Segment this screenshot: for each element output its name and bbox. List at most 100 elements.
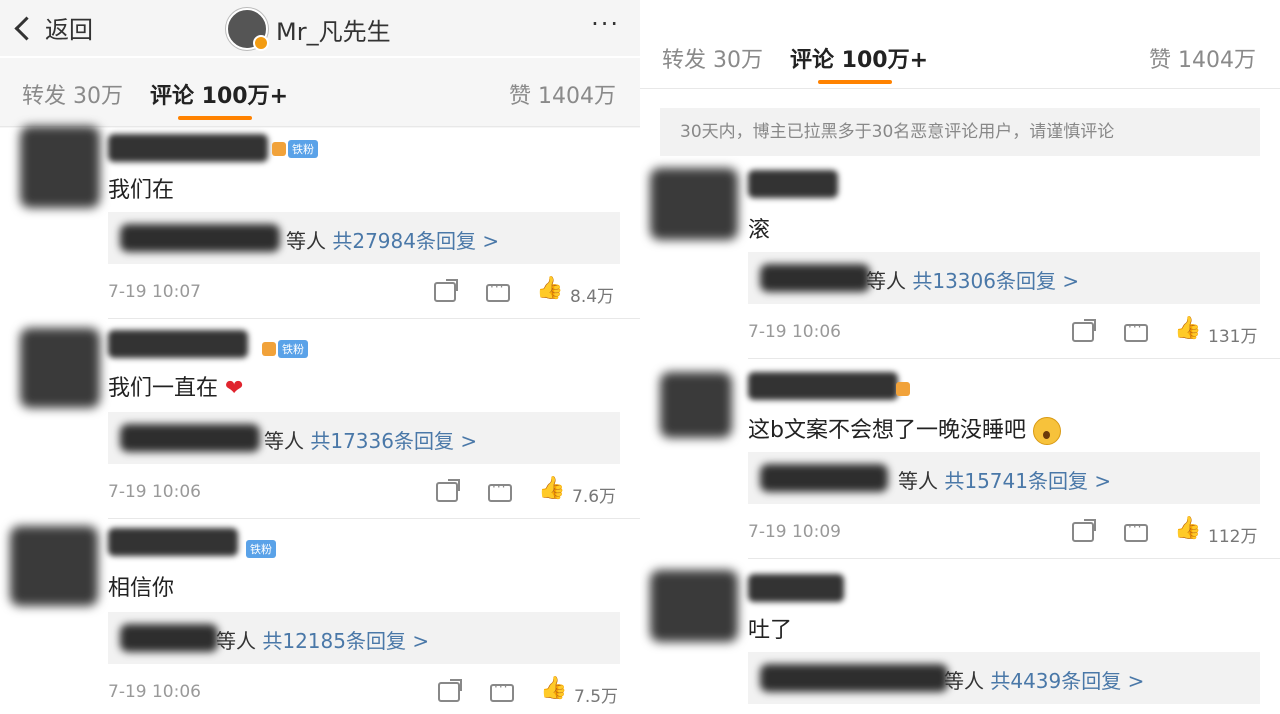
surprised-emoji-icon (1032, 417, 1061, 445)
comment-text: 相信你 (108, 576, 175, 601)
comment-text: 吐了 (748, 618, 793, 643)
right-screenshot-panel: 转发 30万 评论 100万+ 赞 1404万 30天内，博主已拉黑多于30名恶… (640, 0, 1280, 714)
like-icon[interactable]: 👍 (1174, 316, 1201, 341)
reply-count-link[interactable]: 共27984条回复 > (332, 229, 499, 253)
like-count: 131万 (1208, 327, 1258, 347)
nav-bar: 返回 Mr_凡先生 ··· (0, 0, 640, 56)
replier-names (120, 224, 280, 252)
divider (108, 518, 640, 519)
divider (748, 358, 1280, 359)
fan-badge[interactable]: 铁粉 (246, 540, 276, 558)
tab-bar: 转发 30万 评论 100万+ 赞 1404万 (640, 20, 1280, 90)
blacklist-notice: 30天内，博主已拉黑多于30名恶意评论用户，请谨慎评论 (660, 108, 1260, 156)
tab-likes[interactable]: 赞 1404万 (1149, 42, 1256, 74)
commenter-name[interactable] (748, 170, 838, 198)
comment-icon[interactable] (488, 480, 512, 502)
comment-text: 这b文案不会想了一晚没睡吧 (748, 412, 1061, 445)
reply-count-link[interactable]: 共12185条回复 > (262, 629, 429, 653)
reply-summary[interactable]: 等人 共4439条回复 > (748, 652, 1260, 704)
like-count: 8.4万 (570, 287, 615, 307)
reply-count-link[interactable]: 共4439条回复 > (990, 669, 1144, 693)
like-count: 112万 (1208, 527, 1258, 547)
divider (640, 88, 1280, 89)
commenter-name[interactable] (748, 372, 898, 400)
reply-suffix: 等人 (264, 429, 304, 453)
comment-text: 滚 (748, 218, 771, 243)
reply-suffix: 等人 (898, 469, 938, 493)
reply-suffix: 等人 (866, 269, 906, 293)
comment-icon[interactable] (1124, 320, 1148, 342)
replier-names (120, 624, 218, 652)
share-icon[interactable] (1072, 322, 1094, 342)
commenter-avatar[interactable] (650, 570, 738, 642)
profile-title[interactable]: Mr_凡先生 (226, 8, 391, 51)
comment-icon[interactable] (490, 680, 514, 702)
more-menu-icon[interactable]: ··· (591, 10, 620, 38)
comment-time: 7-19 10:07 (108, 282, 201, 302)
reply-summary[interactable]: 等人 共15741条回复 > (748, 452, 1260, 504)
comment-time: 7-19 10:06 (748, 322, 841, 342)
commenter-avatar[interactable] (650, 168, 738, 240)
like-icon[interactable]: 👍 (1174, 516, 1201, 541)
commenter-name[interactable] (748, 574, 844, 602)
reply-count-link[interactable]: 共17336条回复 > (310, 429, 477, 453)
crown-icon (262, 342, 276, 356)
commenter-avatar[interactable] (660, 372, 732, 438)
tab-repost[interactable]: 转发 30万 (22, 78, 123, 110)
crown-icon (272, 142, 286, 156)
comment-text: 我们在 (108, 178, 175, 203)
comment-icon[interactable] (1124, 520, 1148, 542)
divider (108, 318, 640, 319)
comment-time: 7-19 10:09 (748, 522, 841, 542)
commenter-avatar[interactable] (10, 526, 98, 606)
crown-icon (896, 382, 910, 396)
share-icon[interactable] (1072, 522, 1094, 542)
reply-summary[interactable]: 等人 共17336条回复 > (108, 412, 620, 464)
fan-badge[interactable]: 铁粉 (288, 140, 318, 158)
replier-names (760, 464, 888, 492)
reply-suffix: 等人 (944, 669, 984, 693)
tab-comments[interactable]: 评论 100万+ (150, 78, 288, 110)
back-button[interactable]: 返回 (14, 10, 93, 45)
like-count: 7.6万 (572, 487, 617, 507)
like-icon[interactable]: 👍 (538, 476, 565, 501)
tab-likes[interactable]: 赞 1404万 (509, 78, 616, 110)
reply-suffix: 等人 (216, 629, 256, 653)
tab-comments[interactable]: 评论 100万+ (790, 42, 928, 74)
active-tab-indicator (818, 80, 892, 84)
like-icon[interactable]: 👍 (536, 276, 563, 301)
commenter-name[interactable] (108, 528, 238, 556)
left-screenshot-panel: 返回 Mr_凡先生 ··· 转发 30万 评论 100万+ 赞 1404万 铁粉… (0, 0, 640, 714)
avatar[interactable] (226, 8, 269, 51)
share-icon[interactable] (438, 682, 460, 702)
comment-time: 7-19 10:06 (108, 682, 201, 702)
heart-icon: ❤ (225, 376, 244, 401)
commenter-name[interactable] (108, 134, 268, 162)
commenter-name[interactable] (108, 330, 248, 358)
replier-names (120, 424, 260, 452)
replier-names (760, 664, 948, 692)
back-label: 返回 (45, 16, 93, 44)
chevron-left-icon (14, 16, 39, 41)
divider (0, 126, 640, 127)
like-count: 7.5万 (574, 687, 619, 707)
tab-repost[interactable]: 转发 30万 (662, 42, 763, 74)
active-tab-indicator (178, 116, 252, 120)
reply-count-link[interactable]: 共13306条回复 > (912, 269, 1079, 293)
divider (748, 558, 1280, 559)
reply-summary[interactable]: 等人 共27984条回复 > (108, 212, 620, 264)
commenter-avatar[interactable] (20, 328, 100, 408)
reply-summary[interactable]: 等人 共12185条回复 > (108, 612, 620, 664)
reply-summary[interactable]: 等人 共13306条回复 > (748, 252, 1260, 304)
commenter-avatar[interactable] (20, 126, 100, 208)
like-icon[interactable]: 👍 (540, 676, 567, 701)
reply-count-link[interactable]: 共15741条回复 > (944, 469, 1111, 493)
comment-icon[interactable] (486, 280, 510, 302)
comment-time: 7-19 10:06 (108, 482, 201, 502)
comment-text: 我们一直在 ❤ (108, 376, 244, 401)
tab-bar: 转发 30万 评论 100万+ 赞 1404万 (0, 58, 640, 128)
share-icon[interactable] (436, 482, 458, 502)
fan-badge[interactable]: 铁粉 (278, 340, 308, 358)
share-icon[interactable] (434, 282, 456, 302)
reply-suffix: 等人 (286, 229, 326, 253)
